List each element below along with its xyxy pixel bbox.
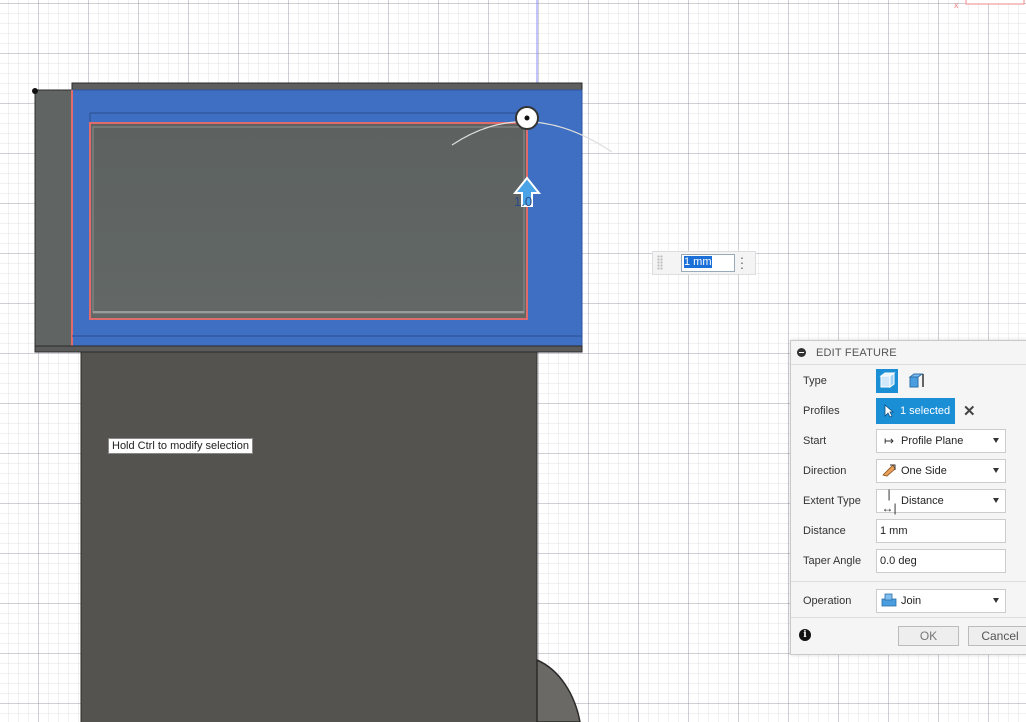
- dimension-input[interactable]: 1 mm: [681, 254, 735, 272]
- chevron-down-icon: [993, 598, 999, 603]
- clear-selection-icon[interactable]: ✕: [963, 402, 976, 420]
- join-icon: [881, 593, 897, 610]
- panel-title: EDIT FEATURE: [816, 346, 897, 359]
- direction-row: Direction One Side: [791, 456, 1026, 486]
- collapse-icon[interactable]: [797, 348, 806, 357]
- top-edge: [71, 82, 583, 91]
- start-row: Start ↦ Profile Plane: [791, 426, 1026, 456]
- profile-plane-icon: ↦: [883, 434, 895, 448]
- one-side-icon: [881, 463, 897, 480]
- direction-label: Direction: [803, 465, 847, 477]
- extent-type-label: Extent Type: [803, 495, 861, 507]
- operation-label: Operation: [803, 595, 852, 607]
- operation-dropdown[interactable]: Join: [876, 589, 1006, 613]
- chevron-down-icon: [993, 498, 999, 503]
- taper-angle-row: Taper Angle 0.0 deg: [791, 546, 1026, 576]
- chevron-down-icon: [993, 468, 999, 473]
- distance-icon: |↔|: [881, 487, 897, 515]
- distance-input[interactable]: 1 mm: [876, 519, 1006, 543]
- divider: [791, 617, 1026, 618]
- operation-row: Operation Join: [791, 586, 1026, 616]
- start-dropdown[interactable]: ↦ Profile Plane: [876, 429, 1006, 453]
- profiles-select-button[interactable]: 1 selected: [876, 398, 955, 424]
- profiles-label: Profiles: [803, 405, 840, 417]
- profile-recess: [89, 122, 528, 320]
- profiles-row: Profiles 1 selected ✕: [791, 396, 1026, 426]
- more-options-icon[interactable]: · · ·: [739, 250, 745, 274]
- left-side-plate: [34, 89, 73, 353]
- manipulator-value: 1.0: [514, 194, 533, 209]
- cursor-arrow-icon: [884, 404, 894, 418]
- profiles-selection-text: 1 selected: [900, 405, 951, 417]
- canvas-viewport[interactable]: x 1.0 Hold Ctrl to modify selection 1 mm…: [0, 0, 1026, 722]
- type-thin-button[interactable]: [906, 369, 928, 393]
- taper-angle-input[interactable]: 0.0 deg: [876, 549, 1006, 573]
- panel-header[interactable]: EDIT FEATURE: [791, 341, 1026, 365]
- extent-type-value: Distance: [901, 495, 944, 507]
- direction-dropdown[interactable]: One Side: [876, 459, 1006, 483]
- start-label: Start: [803, 435, 827, 447]
- extent-type-dropdown[interactable]: |↔| Distance: [876, 487, 1006, 515]
- start-value: Profile Plane: [901, 435, 964, 447]
- divider: [791, 581, 1026, 582]
- lower-body: [80, 349, 538, 722]
- solid-extrude-icon: [879, 372, 896, 388]
- curved-part: [536, 658, 581, 722]
- selection-tooltip: Hold Ctrl to modify selection: [108, 438, 253, 454]
- type-solid-button[interactable]: [876, 369, 898, 393]
- marker-glyph: x: [954, 0, 959, 10]
- operation-value: Join: [901, 595, 922, 607]
- edge-marker: [965, 0, 1025, 5]
- taper-angle-label: Taper Angle: [803, 555, 862, 567]
- direction-value: One Side: [901, 465, 947, 477]
- ok-button[interactable]: OK: [898, 626, 959, 646]
- edit-feature-panel: EDIT FEATURE Type Profiles 1 selected ✕ …: [790, 340, 1026, 655]
- distance-row: Distance 1 mm: [791, 516, 1026, 546]
- distance-label: Distance: [803, 525, 846, 537]
- thin-extrude-icon: [908, 373, 924, 388]
- extent-type-row: Extent Type |↔| Distance: [791, 486, 1026, 516]
- vertex-point: [32, 88, 38, 94]
- type-row: Type: [791, 366, 1026, 396]
- chevron-down-icon: [993, 438, 999, 443]
- dimension-input-box: 1 mm · · ·: [652, 250, 756, 275]
- drag-grip-icon[interactable]: [657, 255, 663, 270]
- info-icon[interactable]: i: [799, 629, 811, 641]
- type-label: Type: [803, 375, 827, 387]
- cancel-button[interactable]: Cancel: [968, 626, 1026, 646]
